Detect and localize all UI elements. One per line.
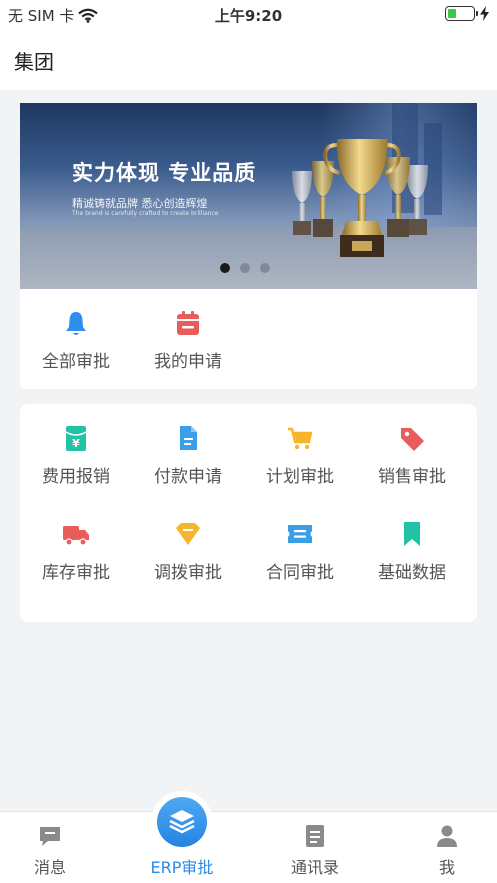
quick-action-all-approvals[interactable]: 全部审批	[20, 297, 132, 377]
yen-envelope-icon: ¥	[65, 426, 87, 451]
contacts-icon	[306, 825, 324, 847]
diamond-icon	[176, 523, 200, 545]
quick-action-label: 我的申请	[154, 352, 222, 372]
quick-action-label: 全部审批	[42, 352, 110, 372]
truck-icon	[63, 526, 89, 546]
module-label: 调拨审批	[154, 563, 222, 583]
trophies-image	[292, 139, 428, 257]
document-icon	[180, 426, 197, 450]
bell-icon	[66, 312, 86, 335]
quick-actions-card: 全部审批 我的申请	[20, 289, 477, 389]
module-label: 销售审批	[378, 467, 446, 487]
nav-bar: 集团	[0, 30, 497, 90]
status-bar: 无 SIM 卡 上午9:20	[0, 0, 497, 30]
battery-fill	[448, 9, 456, 18]
module-sales-approval[interactable]: 销售审批	[356, 412, 468, 492]
tag-icon	[401, 428, 424, 451]
banner-subtitle: 精诚铸就品牌 悉心创造辉煌	[72, 197, 208, 210]
status-right	[445, 6, 489, 21]
chat-icon	[40, 827, 60, 846]
tab-label: ERP审批	[150, 858, 214, 877]
tab-label: 我	[438, 858, 455, 877]
module-plan-approval[interactable]: 计划审批	[244, 412, 356, 492]
tab-bar: 消息 ERP审批 通讯录 我	[0, 811, 497, 883]
banner-title: 实力体现 专业品质	[72, 161, 257, 185]
module-label: 计划审批	[266, 467, 334, 487]
tab-messages[interactable]: 消息	[0, 812, 100, 883]
tab-label: 通讯录	[290, 858, 339, 877]
tab-label: 消息	[33, 858, 66, 877]
svg-text:¥: ¥	[72, 437, 80, 450]
carousel-dot[interactable]	[220, 263, 230, 273]
charging-bolt-icon	[480, 6, 489, 21]
module-transfer-approval[interactable]: 调拨审批	[132, 508, 244, 588]
module-label: 基础数据	[378, 563, 446, 583]
carousel-dot[interactable]	[240, 263, 250, 273]
user-icon	[437, 825, 457, 847]
module-payment-request[interactable]: 付款申请	[132, 412, 244, 492]
modules-card: ¥ 费用报销 付款申请 计划审批 销售审批 库存审批 调拨审批 合同审批 基础数…	[20, 404, 477, 622]
layers-icon	[169, 810, 195, 834]
tab-me[interactable]: 我	[397, 812, 497, 883]
calendar-icon	[177, 311, 199, 335]
banner-caption: The brand is carefully crafted to create…	[72, 210, 219, 217]
module-inventory-approval[interactable]: 库存审批	[20, 508, 132, 588]
clock: 上午9:20	[214, 7, 283, 25]
page-title: 集团	[14, 50, 54, 74]
ticket-icon	[288, 525, 312, 543]
quick-action-my-requests[interactable]: 我的申请	[132, 297, 244, 377]
module-basic-data[interactable]: 基础数据	[356, 508, 468, 588]
module-label: 费用报销	[42, 467, 110, 487]
erp-approval-center-button[interactable]	[157, 797, 207, 847]
tab-contacts[interactable]: 通讯录	[265, 812, 365, 883]
bookmark-icon	[404, 522, 420, 546]
module-expense-reimbursement[interactable]: ¥ 费用报销	[20, 412, 132, 492]
shopping-cart-icon	[288, 427, 313, 450]
module-contract-approval[interactable]: 合同审批	[244, 508, 356, 588]
battery-icon	[445, 6, 478, 21]
carousel-indicator[interactable]	[220, 263, 270, 273]
carousel-dot[interactable]	[260, 263, 270, 273]
module-label: 合同审批	[266, 563, 334, 583]
banner-carousel[interactable]: 实力体现 专业品质 精诚铸就品牌 悉心创造辉煌 The brand is car…	[20, 103, 477, 289]
module-label: 库存审批	[42, 563, 110, 583]
module-label: 付款申请	[154, 467, 222, 487]
